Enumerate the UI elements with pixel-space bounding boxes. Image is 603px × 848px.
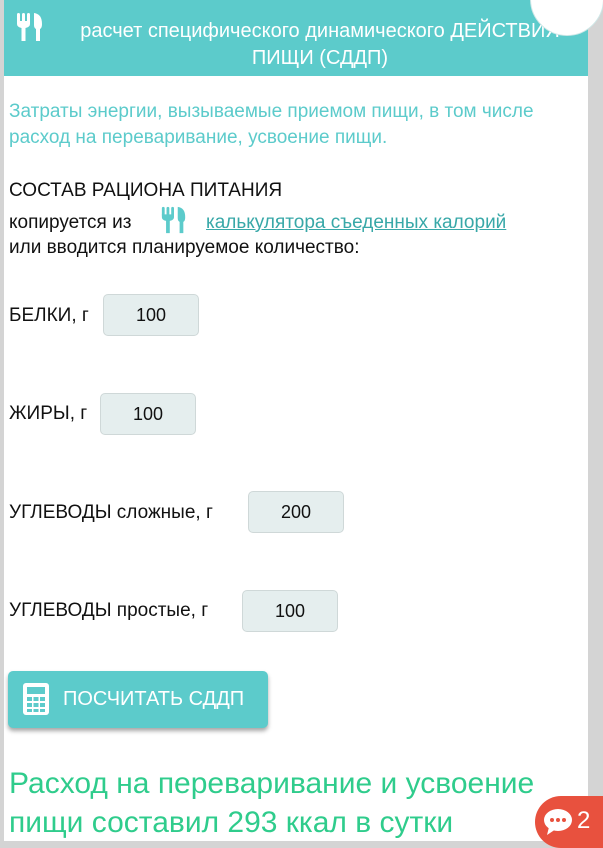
calculator-card: расчет специфического динамического ДЕЙС…	[4, 0, 588, 841]
copy-source-line: копируется из калькулятора съеденных кал…	[9, 206, 506, 238]
complex-carbs-label: УГЛЕВОДЫ сложные, г	[9, 502, 213, 523]
calculate-button[interactable]: ПОСЧИТАТЬ СДДП	[8, 671, 268, 728]
calculator-icon	[22, 682, 50, 722]
chat-bubble-icon	[543, 808, 573, 841]
section-title: СОСТАВ РАЦИОНА ПИТАНИЯ	[9, 180, 283, 201]
calories-calculator-link[interactable]: калькулятора съеденных калорий	[206, 208, 506, 238]
page-title: расчет специфического динамического ДЕЙС…	[50, 18, 588, 72]
result-text: Расход на переваривание и усвоение пищи …	[9, 767, 535, 839]
calculate-button-label: ПОСЧИТАТЬ СДДП	[63, 688, 245, 710]
protein-input[interactable]	[103, 294, 199, 336]
enter-text: или вводится планируемое количество:	[9, 237, 360, 258]
fork-knife-icon	[15, 11, 45, 48]
chat-widget-button[interactable]: 2	[535, 796, 603, 848]
simple-carbs-input[interactable]	[242, 590, 338, 632]
page-header: расчет специфического динамического ДЕЙС…	[4, 0, 588, 76]
protein-label: БЕЛКИ, г	[9, 305, 89, 326]
fat-input[interactable]	[100, 393, 196, 435]
simple-carbs-label: УГЛЕВОДЫ простые, г	[9, 600, 209, 621]
chat-unread-count: 2	[577, 807, 591, 834]
complex-carbs-input[interactable]	[248, 491, 344, 533]
fat-label: ЖИРЫ, г	[9, 403, 88, 424]
page-title-line2: ПИЩИ (СДДП)	[251, 47, 389, 69]
copy-prefix: копируется из	[9, 212, 132, 233]
page-title-line1: расчет специфического динамического ДЕЙС…	[80, 20, 560, 42]
intro-text: Затраты энергии, вызываемые приемом пищи…	[9, 101, 534, 148]
